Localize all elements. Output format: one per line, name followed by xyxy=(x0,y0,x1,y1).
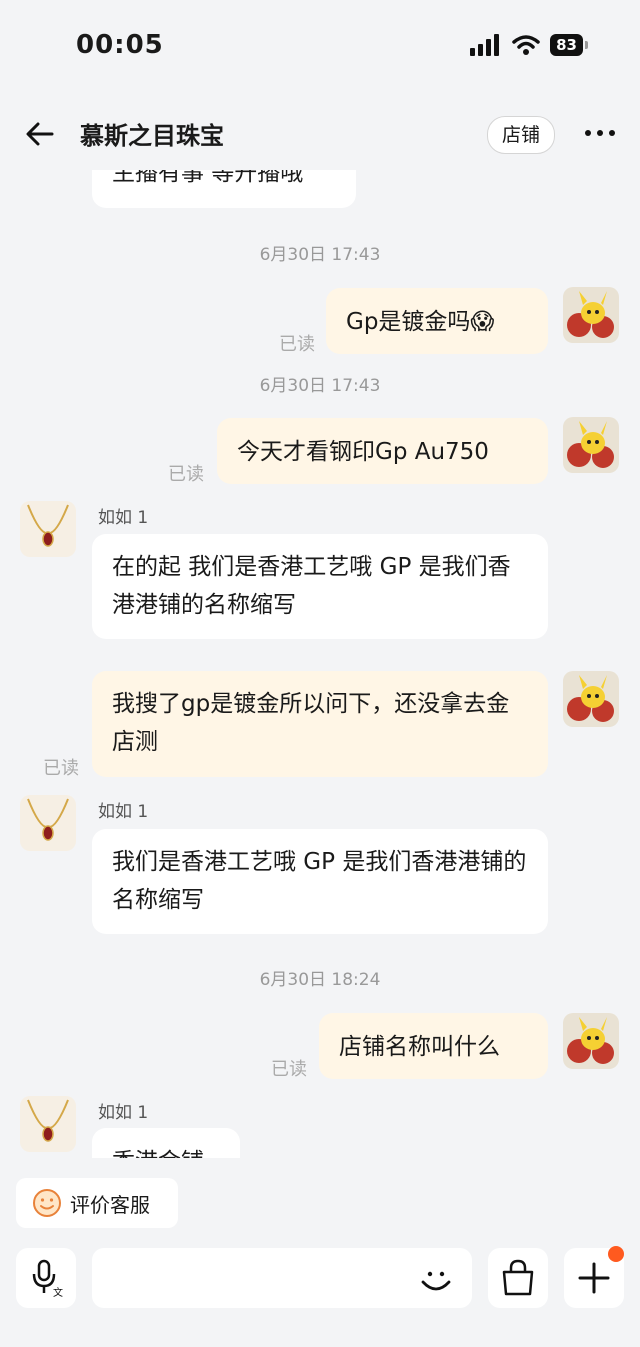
shop-title: 慕斯之目珠宝 xyxy=(80,122,224,150)
message-bubble-agent[interactable]: 在的起 我们是香港工艺哦 GP 是我们香港港铺的名称缩写 xyxy=(92,534,548,639)
more-options-icon[interactable] xyxy=(580,118,620,148)
my-avatar[interactable] xyxy=(563,417,619,473)
wifi-icon xyxy=(512,35,540,55)
timestamp: 6月30日 17:43 xyxy=(259,376,381,396)
status-time: 00:05 xyxy=(76,30,164,60)
status-icons: 83 xyxy=(470,34,588,56)
back-arrow-icon[interactable] xyxy=(22,116,58,152)
my-avatar[interactable] xyxy=(563,1013,619,1069)
message-bubble-agent[interactable]: 香港金铺 xyxy=(92,1128,240,1158)
necklace-avatar-icon xyxy=(20,501,76,557)
notification-dot xyxy=(608,1246,624,1262)
store-button[interactable]: 店铺 xyxy=(487,116,555,154)
read-receipt: 已读 xyxy=(271,1059,307,1080)
agent-name: 如如 1 xyxy=(98,508,149,528)
input-bar: 文 xyxy=(0,1240,640,1347)
message-bubble-agent: 主播有事 等开播哦 xyxy=(92,170,356,208)
shopping-bag-button[interactable] xyxy=(488,1248,548,1308)
microphone-icon: 文 xyxy=(32,1259,63,1299)
pikachu-avatar-icon xyxy=(563,417,619,473)
rate-service-button[interactable]: 评价客服 xyxy=(16,1178,178,1228)
message-bubble-mine[interactable]: 店铺名称叫什么 xyxy=(319,1013,548,1079)
timestamp: 6月30日 17:43 xyxy=(259,245,381,265)
battery-level: 83 xyxy=(550,34,583,56)
necklace-avatar-icon xyxy=(20,795,76,851)
message-bubble-mine[interactable]: Gp是镀金吗😱 xyxy=(326,288,548,354)
pikachu-avatar-icon xyxy=(563,287,619,343)
rate-service-label: 评价客服 xyxy=(70,1192,150,1217)
smiley-icon xyxy=(33,1189,61,1217)
svg-text:文: 文 xyxy=(53,1286,63,1299)
message-bubble-agent[interactable]: 我们是香港工艺哦 GP 是我们香港港铺的名称缩写 xyxy=(92,829,548,934)
message-bubble-mine[interactable]: 我搜了gp是镀金所以问下，还没拿去金店测 xyxy=(92,671,548,777)
agent-avatar[interactable] xyxy=(20,1096,76,1152)
voice-input-button[interactable]: 文 xyxy=(16,1248,76,1308)
necklace-avatar-icon xyxy=(20,1096,76,1152)
shopping-bag-icon xyxy=(502,1259,534,1296)
battery-indicator: 83 xyxy=(550,34,588,56)
agent-avatar[interactable] xyxy=(20,501,76,557)
read-receipt: 已读 xyxy=(279,334,315,355)
chat-header: 慕斯之目珠宝 店铺 xyxy=(0,100,640,170)
pikachu-avatar-icon xyxy=(563,1013,619,1069)
agent-avatar[interactable] xyxy=(20,795,76,851)
pikachu-avatar-icon xyxy=(563,671,619,727)
read-receipt: 已读 xyxy=(168,464,204,485)
message-input[interactable] xyxy=(92,1248,472,1308)
agent-name: 如如 1 xyxy=(98,1103,149,1123)
status-bar: 00:05 83 xyxy=(0,0,640,95)
my-avatar[interactable] xyxy=(563,287,619,343)
message-bubble-mine[interactable]: 今天才看钢印Gp Au750 xyxy=(217,418,548,484)
my-avatar[interactable] xyxy=(563,671,619,727)
signal-icon xyxy=(470,34,500,56)
read-receipt: 已读 xyxy=(43,758,79,779)
emoji-icon[interactable] xyxy=(418,1262,454,1298)
timestamp: 6月30日 18:24 xyxy=(259,970,381,990)
agent-name: 如如 1 xyxy=(98,802,149,822)
chat-messages[interactable]: 主播有事 等开播哦 6月30日 17:43 已读 Gp是镀金吗😱 6月30日 1… xyxy=(0,170,640,1158)
